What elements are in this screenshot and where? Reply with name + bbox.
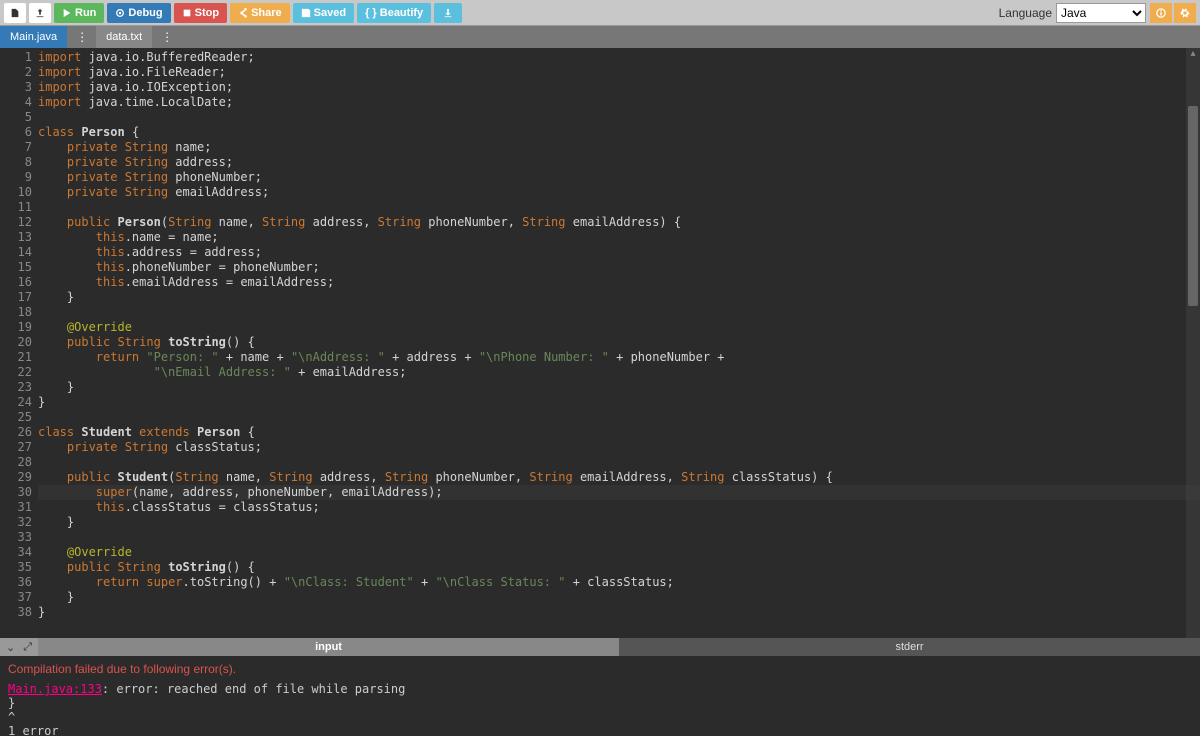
run-button[interactable]: Run (54, 3, 104, 23)
tab-menu-icon[interactable]: ⋮ (153, 30, 181, 44)
tab-menu-icon[interactable]: ⋮ (68, 30, 96, 44)
scrollbar[interactable]: ▴ (1186, 48, 1200, 638)
expand-icon[interactable]: ⤢ (23, 641, 32, 654)
error-message: : error: reached end of file while parsi… (102, 682, 405, 696)
stop-button[interactable]: Stop (174, 3, 227, 23)
saved-button[interactable]: Saved (293, 3, 354, 23)
error-location: Main.java:133 (8, 682, 102, 696)
error-caret: ^ (8, 710, 1192, 724)
stderr-tab[interactable]: stderr (619, 638, 1200, 656)
share-label: Share (251, 7, 282, 19)
language-select[interactable]: Java (1056, 3, 1146, 23)
saved-label: Saved (314, 7, 346, 19)
error-brace: } (8, 696, 1192, 710)
beautify-button[interactable]: { } Beautify (357, 3, 431, 23)
new-file-button[interactable] (4, 3, 26, 23)
download-button[interactable] (434, 3, 462, 23)
line-gutter: 1234567891011121314151617181920212223242… (0, 48, 38, 638)
tab-label: data.txt (106, 31, 142, 43)
info-button[interactable] (1150, 3, 1172, 23)
code-area[interactable]: import java.io.BufferedReader;import jav… (38, 48, 1200, 638)
error-header: Compilation failed due to following erro… (8, 662, 1192, 676)
debug-label: Debug (128, 7, 162, 19)
scroll-up-icon[interactable]: ▴ (1188, 48, 1198, 58)
file-tabs: Main.java ⋮ data.txt ⋮ (0, 26, 1200, 48)
main-toolbar: Run Debug Stop Share Saved { } Beautify … (0, 0, 1200, 26)
panel-controls: ⌄ ⤢ (0, 638, 38, 656)
stop-label: Stop (195, 7, 219, 19)
debug-button[interactable]: Debug (107, 3, 170, 23)
collapse-icon[interactable]: ⌄ (6, 641, 15, 654)
input-tab[interactable]: input (38, 638, 619, 656)
upload-button[interactable] (29, 3, 51, 23)
beautify-label: { } Beautify (365, 7, 423, 19)
output-panel-tabs: ⌄ ⤢ input stderr (0, 638, 1200, 656)
tab-label: Main.java (10, 31, 57, 43)
share-button[interactable]: Share (230, 3, 290, 23)
scroll-thumb[interactable] (1188, 106, 1198, 306)
output-panel: Compilation failed due to following erro… (0, 656, 1200, 736)
tab-main-java[interactable]: Main.java (0, 26, 67, 48)
code-editor[interactable]: 1234567891011121314151617181920212223242… (0, 48, 1200, 638)
error-count: 1 error (8, 724, 1192, 736)
settings-button[interactable] (1174, 3, 1196, 23)
run-label: Run (75, 7, 96, 19)
error-line: Main.java:133: error: reached end of fil… (8, 682, 1192, 696)
tab-data-txt[interactable]: data.txt (96, 26, 152, 48)
language-label: Language (999, 6, 1052, 20)
